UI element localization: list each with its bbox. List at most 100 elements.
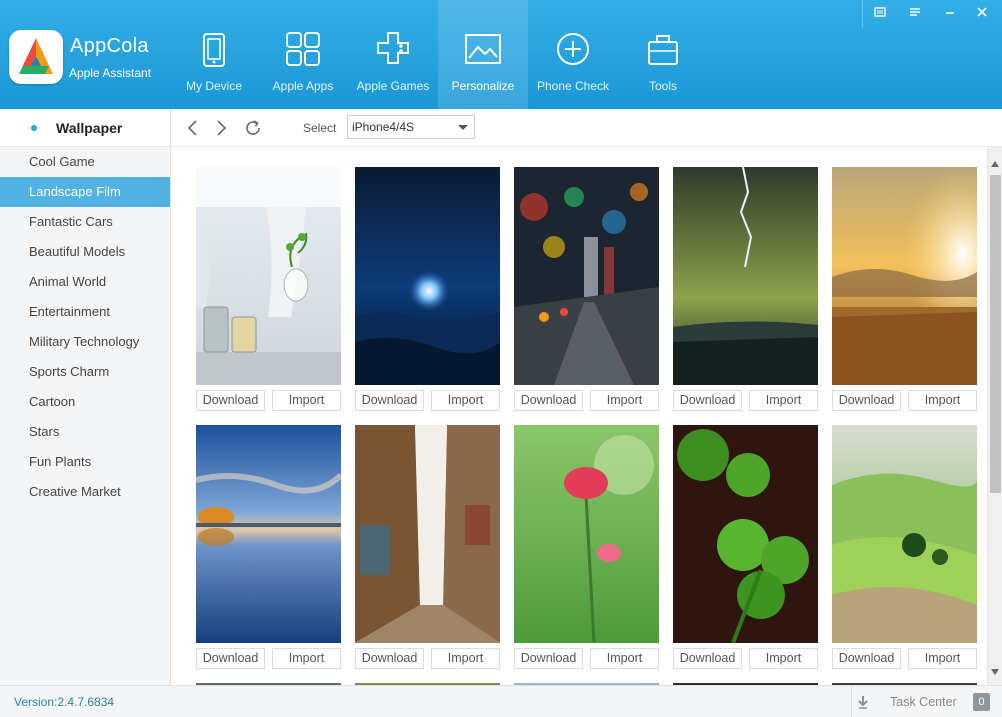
wallpaper-thumbnail[interactable] [355, 425, 500, 643]
download-button[interactable]: Download [196, 390, 265, 411]
wallpaper-card: Download Import [514, 167, 659, 411]
close-button[interactable] [968, 3, 996, 25]
wallpaper-thumbnail[interactable] [196, 425, 341, 643]
rolling-green-hills-image [832, 425, 977, 643]
nav-my-device[interactable]: My Device [169, 0, 259, 109]
nav-tools[interactable]: Tools [618, 0, 708, 109]
sidebar-item-animal-world[interactable]: Animal World [0, 267, 170, 297]
import-button[interactable]: Import [431, 648, 500, 669]
green-clover-image [673, 425, 818, 643]
download-button[interactable]: Download [673, 390, 742, 411]
app-subtitle: Apple Assistant [69, 66, 152, 80]
minimize-button[interactable] [936, 3, 964, 25]
gamepad-icon [377, 32, 409, 64]
graffiti-alley-image [355, 425, 500, 643]
import-button[interactable]: Import [431, 390, 500, 411]
import-button[interactable]: Import [908, 648, 977, 669]
menu-button[interactable] [866, 3, 894, 25]
import-button[interactable]: Import [908, 390, 977, 411]
scroll-down-icon[interactable] [991, 669, 999, 675]
sidebar-item-military-technology[interactable]: Military Technology [0, 327, 170, 357]
import-button[interactable]: Import [272, 648, 341, 669]
sidebar-item-sports-charm[interactable]: Sports Charm [0, 357, 170, 387]
task-count-badge: 0 [973, 693, 990, 711]
scroll-thumb[interactable] [990, 175, 1001, 493]
wallpaper-card: Download Import [673, 167, 818, 411]
pink-poppy-image [514, 425, 659, 643]
sidebar-item-cartoon[interactable]: Cartoon [0, 387, 170, 417]
download-button[interactable]: Download [514, 648, 583, 669]
import-button[interactable]: Import [749, 648, 818, 669]
import-button[interactable]: Import [272, 390, 341, 411]
vertical-scrollbar[interactable] [987, 147, 1002, 685]
nav-phone-check[interactable]: Phone Check [528, 0, 618, 109]
nav-label: Apple Games [356, 79, 430, 93]
wallpaper-thumbnail[interactable] [673, 167, 818, 385]
download-button[interactable]: Download [673, 648, 742, 669]
wallpaper-thumbnail[interactable] [196, 167, 341, 385]
device-select[interactable]: iPhone4/4S [347, 115, 475, 139]
sidebar-item-beautiful-models[interactable]: Beautiful Models [0, 237, 170, 267]
download-arrow-icon[interactable] [857, 695, 869, 709]
nav-apple-apps[interactable]: Apple Apps [258, 0, 348, 109]
import-button[interactable]: Import [590, 390, 659, 411]
download-button[interactable]: Download [514, 390, 583, 411]
sidebar-title: Wallpaper [56, 120, 123, 136]
select-label: Select [303, 121, 337, 135]
sidebar-header: Wallpaper [0, 109, 170, 147]
wallpaper-thumbnail[interactable] [832, 425, 977, 643]
status-divider [851, 686, 852, 717]
import-button[interactable]: Import [749, 390, 818, 411]
nav-personalize[interactable]: Personalize [438, 0, 528, 109]
chevron-down-icon [458, 125, 468, 130]
forward-arrow-icon[interactable] [212, 119, 230, 137]
white-window-plant-image [196, 167, 341, 385]
download-button[interactable]: Download [355, 390, 424, 411]
status-bar: Version:2.4.7.6834 Task Center 0 [0, 685, 1002, 717]
back-arrow-icon[interactable] [184, 119, 202, 137]
sidebar-item-creative-market[interactable]: Creative Market [0, 477, 170, 507]
sidebar-item-fun-plants[interactable]: Fun Plants [0, 447, 170, 477]
download-button[interactable]: Download [355, 648, 424, 669]
title-bar: AppCola Apple Assistant My Device Apple … [0, 0, 1002, 109]
sidebar-item-landscape-film[interactable]: Landscape Film [0, 177, 170, 207]
wallpaper-card: Download Import [832, 167, 977, 411]
wallpaper-thumbnail[interactable] [514, 167, 659, 385]
nav-apple-games[interactable]: Apple Games [348, 0, 438, 109]
wallpaper-thumbnail[interactable] [355, 167, 500, 385]
sidebar-item-entertainment[interactable]: Entertainment [0, 297, 170, 327]
window-controls-divider [862, 0, 863, 28]
download-button[interactable]: Download [196, 648, 265, 669]
wallpaper-card: Download Import [196, 167, 341, 411]
sidebar-item-fantastic-cars[interactable]: Fantastic Cars [0, 207, 170, 237]
nav-label: Personalize [451, 79, 515, 93]
version-text: Version:2.4.7.6834 [14, 695, 115, 709]
download-button[interactable]: Download [832, 390, 901, 411]
wallpaper-card: Download Import [355, 167, 500, 411]
import-button[interactable]: Import [590, 648, 659, 669]
nav-label: Tools [648, 79, 677, 93]
golden-sunset-field-image [832, 167, 977, 385]
wallpaper-card: Download Import [514, 425, 659, 669]
wallpaper-thumbnail[interactable] [514, 425, 659, 643]
wallpaper-thumbnail[interactable] [832, 167, 977, 385]
toolbox-icon [648, 35, 678, 65]
task-center-label[interactable]: Task Center [890, 695, 957, 709]
settings-icon [910, 8, 920, 16]
nav-label: Phone Check [536, 79, 610, 93]
sidebar-item-stars[interactable]: Stars [0, 417, 170, 447]
settings-button[interactable] [901, 3, 929, 25]
close-icon [977, 7, 987, 17]
scroll-up-icon[interactable] [991, 161, 999, 167]
apps-grid-icon [286, 32, 320, 66]
download-button[interactable]: Download [832, 648, 901, 669]
plus-circle-icon [557, 33, 589, 65]
app-name: AppCola [70, 35, 149, 57]
picture-icon [465, 34, 501, 64]
blue-ocean-moon-image [355, 167, 500, 385]
appcola-logo [9, 30, 63, 84]
refresh-icon[interactable] [244, 119, 262, 137]
sidebar-item-cool-game[interactable]: Cool Game [0, 147, 170, 177]
lightning-storm-sea-image [673, 167, 818, 385]
wallpaper-thumbnail[interactable] [673, 425, 818, 643]
